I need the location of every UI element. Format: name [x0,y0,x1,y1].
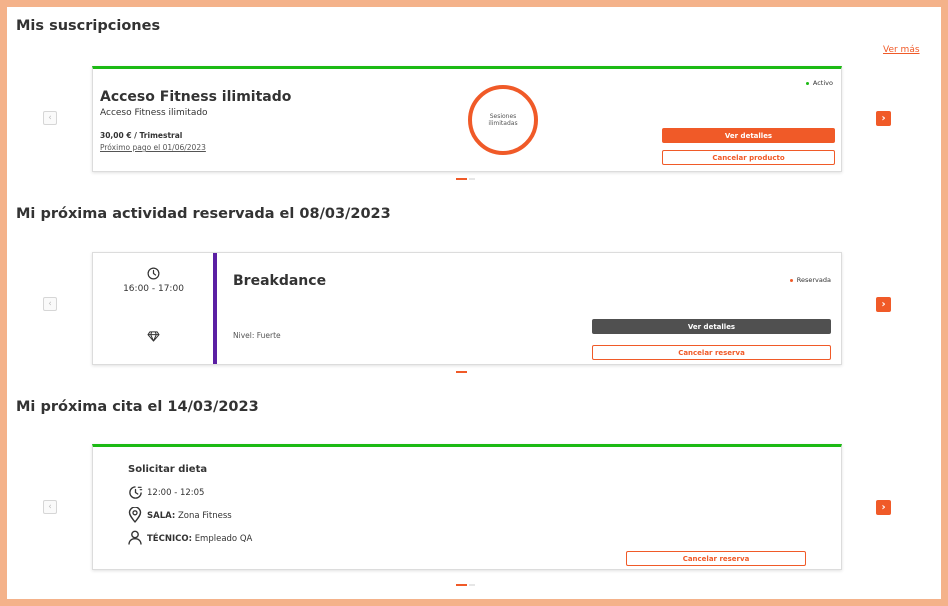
location-pin-icon [128,507,142,523]
appointment-next-button[interactable]: › [876,500,891,515]
chevron-left-icon: ‹ [48,502,52,512]
subscriptions-pagination [456,178,475,180]
appointment-prev-button[interactable]: ‹ [43,500,57,514]
activity-title: Mi próxima actividad reservada el 08/03/… [16,206,391,222]
activity-level: Nivel: Fuerte [233,331,281,340]
technician-label: TÉCNICO: [147,534,192,544]
appointment-card: Solicitar dieta 12:00 - 12:05 SALA: Zona… [92,444,842,570]
status-dot [789,278,793,282]
technician-value: Empleado QA [194,534,253,544]
pagination-dot-active[interactable] [456,371,467,373]
appointment-name: Solicitar dieta [128,464,208,475]
activity-prev-button[interactable]: ‹ [43,297,57,311]
appointment-technician: TÉCNICO: Empleado QA [147,534,252,544]
subscription-name: Acceso Fitness ilimitado [100,89,292,105]
chevron-right-icon: › [881,502,886,513]
appointment-room: SALA: Zona Fitness [147,511,232,521]
chevron-right-icon: › [881,299,886,310]
subscription-price: 30,00 € / Trimestral [100,131,183,140]
activity-details-button[interactable]: Ver detalles [592,319,831,334]
cancel-product-button[interactable]: Cancelar producto [662,150,835,165]
activity-name: Breakdance [233,273,327,289]
activity-time-panel: 16:00 - 17:00 [93,253,214,364]
activity-card: 16:00 - 17:00 Breakdance Reservada Nivel… [92,252,842,365]
activity-next-button[interactable]: › [876,297,891,312]
activity-cancel-button[interactable]: Cancelar reserva [592,345,831,360]
see-more-link[interactable]: Ver más [883,45,920,55]
subscriptions-title: Mis suscripciones [16,18,161,34]
sessions-label-2: ilimitadas [488,120,518,127]
pagination-dot[interactable] [469,584,475,586]
chevron-left-icon: ‹ [48,299,52,309]
appointment-time: 12:00 - 12:05 [147,488,205,498]
room-value: Zona Fitness [177,511,232,521]
appointment-cancel-button[interactable]: Cancelar reserva [626,551,806,566]
appointment-pagination [456,584,475,586]
subscription-subtitle: Acceso Fitness ilimitado [100,108,208,118]
activity-time: 16:00 - 17:00 [123,284,184,294]
activity-status-badge: Reservada [789,276,831,284]
subscriptions-next-button[interactable]: › [876,111,891,126]
sessions-label-1: Sesiones [489,113,517,120]
clock-icon [147,267,160,280]
activity-pagination [456,371,467,373]
clock-icon [129,486,143,499]
appointment-title: Mi próxima cita el 14/03/2023 [16,399,259,415]
subscription-status-badge: Activo [805,79,833,87]
room-label: SALA: [147,511,176,521]
next-payment-link[interactable]: Próximo pago el 01/06/2023 [100,143,206,152]
pagination-dot[interactable] [469,178,475,180]
subscriptions-prev-button[interactable]: ‹ [43,111,57,125]
person-icon [128,530,142,545]
pagination-dot-active[interactable] [456,178,467,180]
status-text: Activo [812,79,833,87]
sessions-ring: Sesiones ilimitadas [468,85,538,155]
view-details-button[interactable]: Ver detalles [662,128,835,143]
status-dot [805,81,809,85]
chevron-right-icon: › [881,113,886,124]
diamond-icon [147,331,160,342]
status-text: Reservada [796,276,831,284]
activity-color-bar [213,253,217,364]
page: Mis suscripciones Ver más ‹ Activo Acces… [7,7,941,599]
subscription-card: Activo Acceso Fitness ilimitado Acceso F… [92,66,842,172]
pagination-dot-active[interactable] [456,584,467,586]
chevron-left-icon: ‹ [48,113,52,123]
